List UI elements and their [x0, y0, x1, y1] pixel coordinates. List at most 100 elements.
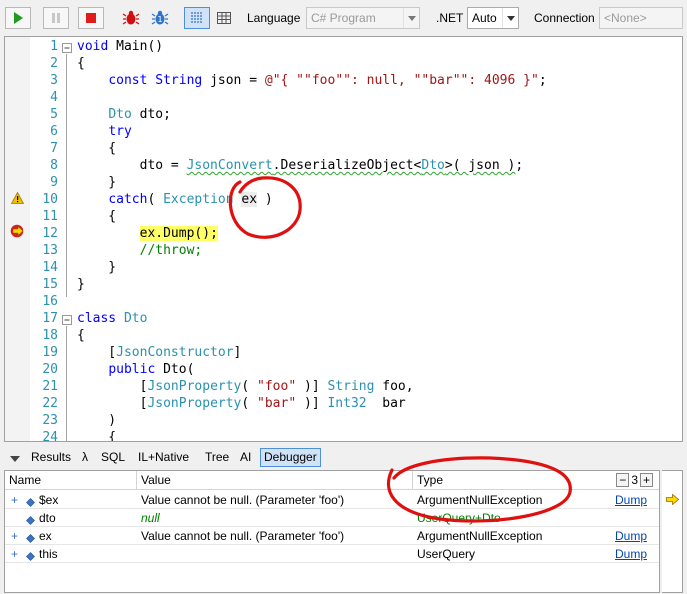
code-line[interactable]: 14 } — [5, 259, 682, 276]
language-value: C# Program — [311, 11, 376, 25]
code-line[interactable]: 10 catch( Exception ex ) — [5, 191, 682, 208]
dump-link[interactable]: Dump — [615, 527, 647, 545]
line-number: 15 — [42, 277, 58, 292]
stop-icon — [86, 13, 96, 23]
table-row[interactable]: dto null UserQuery+Dto — [5, 509, 659, 527]
line-number: 16 — [42, 294, 58, 309]
step-debug-button[interactable]: 1 — [147, 7, 173, 29]
run-icon — [14, 12, 23, 24]
svg-text:1: 1 — [158, 15, 163, 24]
tab-il-native[interactable]: IL+Native — [135, 448, 192, 467]
code-line[interactable]: 22 [JsonProperty( "bar" )] Int32 bar — [5, 395, 682, 412]
line-number: 10 — [42, 192, 58, 207]
expand-toggle[interactable]: + — [11, 545, 21, 563]
code-line[interactable]: 12 ex.Dump(); — [5, 225, 682, 242]
debug-button[interactable] — [118, 7, 144, 29]
fold-guide — [66, 54, 67, 297]
language-select[interactable]: C# Program — [306, 7, 420, 29]
tab-ai[interactable]: AI — [237, 448, 254, 467]
dotnet-value: Auto — [472, 11, 497, 25]
dump-link[interactable]: Dump — [615, 491, 647, 509]
side-panel — [662, 470, 683, 593]
connection-select[interactable]: <None> — [599, 7, 683, 29]
current-statement-arrow-icon[interactable] — [10, 224, 26, 241]
code-line[interactable]: 4 — [5, 89, 682, 106]
variable-type: ArgumentNullException — [417, 529, 543, 543]
dotnet-select[interactable]: Auto — [467, 7, 519, 29]
tab-tree[interactable]: Tree — [202, 448, 232, 467]
table-row[interactable]: + ex Value cannot be null. (Parameter 'foo… — [5, 527, 659, 545]
debugger-variables-grid[interactable]: Name Value Type − 3 + + $ex Value cannot b… — [4, 470, 660, 593]
expand-toggle[interactable]: + — [11, 527, 21, 545]
toolbar: 1 Language C# Program .NET Auto Connecti… — [0, 0, 687, 35]
tab-debugger[interactable]: Debugger — [260, 448, 321, 467]
variable-icon — [26, 496, 35, 510]
line-number: 11 — [42, 209, 58, 224]
code-line[interactable]: 20 public Dto( — [5, 361, 682, 378]
tab-results[interactable]: Results — [28, 448, 74, 467]
fold-toggle-icon[interactable] — [62, 313, 72, 325]
tab-sql[interactable]: SQL — [98, 448, 128, 467]
code-line[interactable]: 11 { — [5, 208, 682, 225]
line-number: 14 — [42, 260, 58, 275]
code-editor[interactable]: 1 void Main() 2{3 const String json = @"{ … — [4, 36, 683, 442]
variable-name: dto — [39, 511, 56, 525]
code-text: [JsonProperty( "bar" )] Int32 bar — [77, 396, 406, 411]
variable-icon — [26, 532, 35, 546]
expand-toggle[interactable]: + — [11, 491, 21, 509]
depth-increase-button[interactable]: + — [640, 473, 653, 487]
line-number: 18 — [42, 328, 58, 343]
step-bug-icon: 1 — [151, 10, 169, 25]
code-text: } — [77, 175, 117, 190]
code-line[interactable]: 2{ — [5, 55, 682, 72]
column-header-name[interactable]: Name — [5, 471, 137, 490]
code-line[interactable]: 21 [JsonProperty( "foo" )] String foo, — [5, 378, 682, 395]
code-text: dto = JsonConvert.DeserializeObject<Dto>… — [77, 158, 524, 173]
code-text: { — [77, 209, 117, 224]
code-text: Dto dto; — [108, 107, 171, 122]
code-line[interactable]: 15} — [5, 276, 682, 293]
code-line[interactable]: 7 { — [5, 140, 682, 157]
table-row[interactable]: + this UserQuery Dump — [5, 545, 659, 563]
tab-lambda[interactable]: λ — [79, 448, 91, 467]
column-header-type[interactable]: Type — [413, 471, 613, 490]
variable-name: ex — [39, 529, 52, 543]
run-button[interactable] — [5, 7, 31, 29]
code-line[interactable]: 13 //throw; — [5, 242, 682, 259]
code-line[interactable]: 1 void Main() — [5, 38, 682, 55]
warning-icon[interactable] — [10, 191, 25, 207]
collapse-icon[interactable] — [10, 452, 20, 466]
code-text: { — [77, 328, 85, 343]
fold-toggle-icon[interactable] — [62, 41, 72, 53]
results-rich-button[interactable] — [184, 7, 210, 29]
table-row[interactable]: + $ex Value cannot be null. (Parameter 'fo… — [5, 491, 659, 509]
output-tabs: Results λ SQL IL+Native Tree AI Debugger — [0, 445, 687, 469]
depth-decrease-button[interactable]: − — [616, 473, 630, 487]
results-grid-button[interactable] — [211, 7, 237, 29]
code-line[interactable]: 3 const String json = @"{ ""foo"": null,… — [5, 72, 682, 89]
dump-link[interactable]: Dump — [615, 545, 647, 563]
column-header-value[interactable]: Value — [137, 471, 413, 490]
code-line[interactable]: 18 { — [5, 327, 682, 344]
stop-button[interactable] — [78, 7, 104, 29]
code-line[interactable]: 17 class Dto — [5, 310, 682, 327]
code-text: } — [77, 277, 85, 292]
code-line[interactable]: 19 [JsonConstructor] — [5, 344, 682, 361]
linqpad-window: 1 Language C# Program .NET Auto Connecti… — [0, 0, 687, 594]
line-number: 9 — [50, 175, 58, 190]
arrow-right-icon[interactable] — [666, 493, 680, 508]
grid-header: Name Value Type − 3 + — [5, 471, 659, 490]
code-line[interactable]: 23 ) — [5, 412, 682, 429]
code-line[interactable]: 8 dto = JsonConvert.DeserializeObject<Dt… — [5, 157, 682, 174]
code-line[interactable]: 16 — [5, 293, 682, 310]
language-label: Language — [247, 11, 301, 25]
code-line[interactable]: 5 Dto dto; — [5, 106, 682, 123]
connection-label: Connection — [534, 11, 595, 25]
pause-icon — [52, 13, 60, 23]
code-line[interactable]: 6 try — [5, 123, 682, 140]
pause-button[interactable] — [43, 7, 69, 29]
chevron-down-icon — [502, 8, 518, 28]
variable-value: null — [141, 511, 160, 525]
code-line[interactable]: 9 } — [5, 174, 682, 191]
code-line[interactable]: 24 { — [5, 429, 682, 441]
